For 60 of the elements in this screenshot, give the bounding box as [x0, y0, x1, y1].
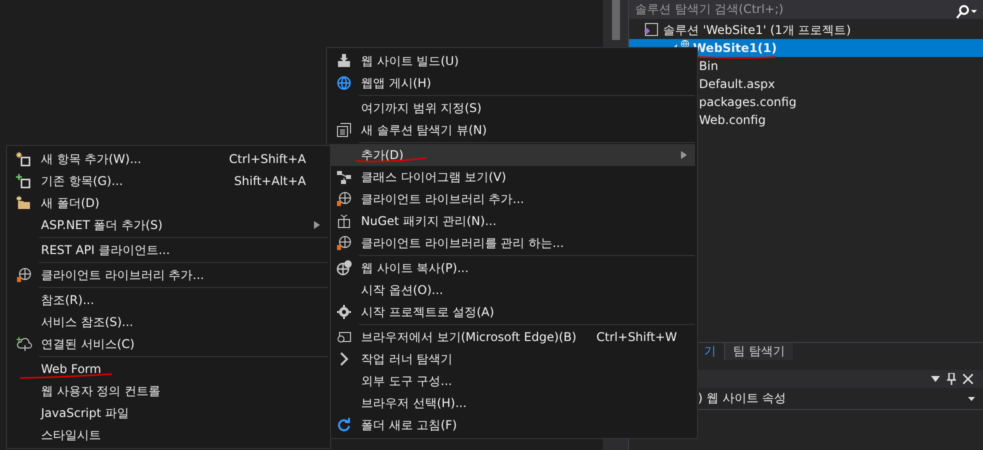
menu-item[interactable]: 폴더 새로 고침(F)	[329, 414, 695, 436]
shortcut-text: Ctrl+Shift+A	[228, 152, 306, 166]
search-field[interactable]: 솔루션 탐색기 검색(Ctrl+;)	[629, 0, 983, 19]
close-icon[interactable]	[963, 374, 973, 384]
globe-icon	[336, 260, 352, 276]
refresh-icon	[336, 417, 352, 433]
menu-item[interactable]: 새 솔루션 탐색기 뷰(N)	[329, 119, 695, 141]
pin-icon[interactable]	[947, 373, 956, 385]
menu-item[interactable]: Web Form	[9, 358, 328, 380]
new-item-icon	[16, 151, 32, 167]
menu-item[interactable]: 클래스 다이어그램 보기(V)	[329, 166, 695, 188]
gift-icon	[336, 213, 352, 229]
menu-item[interactable]: 연결된 서비스(C)	[9, 333, 328, 355]
menu-item[interactable]: 여기까지 범위 지정(S)	[329, 97, 695, 119]
library-globe-icon	[336, 191, 352, 207]
menu-item[interactable]: 서비스 참조(S)...	[9, 311, 328, 333]
menu-item[interactable]: 시작 프로젝트로 설정(A)	[329, 301, 695, 323]
search-icon	[955, 5, 977, 19]
globe-icon	[681, 40, 689, 48]
library-globe-icon	[16, 267, 32, 283]
menu-item[interactable]: 클라이언트 라이브러리 추가...	[329, 188, 695, 210]
menu-item[interactable]: 시작 옵션(O)...	[329, 279, 695, 301]
menu-item[interactable]: 새 폴더(D)	[9, 192, 328, 214]
menu-item[interactable]: 작업 러너 탐색기	[329, 348, 695, 370]
solution-icon	[643, 22, 659, 38]
new-folder-icon	[16, 195, 32, 211]
menu-item[interactable]: 새 항목 추가(W)... Ctrl+Shift+A	[9, 148, 328, 170]
menu-item[interactable]: 웹앱 게시(H)	[329, 72, 695, 94]
library-globe-icon	[336, 235, 352, 251]
menu-item[interactable]: 브라우저에서 보기(Microsoft Edge)(B) Ctrl+Shift+W	[329, 326, 695, 348]
menu-item[interactable]: 참조(R)...	[9, 289, 328, 311]
diagram-icon	[336, 169, 352, 185]
menu-item[interactable]: 웹 사이트 복사(P)...	[329, 257, 695, 279]
tree-item[interactable]: 솔루션 'WebSite1' (1개 프로젝트)	[629, 21, 983, 39]
browser-icon	[336, 329, 352, 345]
menu-item[interactable]: NuGet 패키지 관리(N)...	[329, 210, 695, 232]
menu-item[interactable]: ASP.NET 폴더 추가(S)	[9, 214, 328, 236]
build-icon	[336, 53, 352, 69]
menu-item[interactable]: 외부 도구 구성...	[329, 370, 695, 392]
menu-item[interactable]: 클라이언트 라이브러리 추가...	[9, 264, 328, 286]
menu-item[interactable]: 클라이언트 라이브러리를 관리 하는...	[329, 232, 695, 254]
menu-item[interactable]: 기존 항목(G)... Shift+Alt+A	[9, 170, 328, 192]
window-list-icon	[336, 122, 352, 138]
menu-item[interactable]: JavaScript 파일	[9, 402, 328, 424]
scrollbar-thumb[interactable]	[612, 0, 620, 40]
menu-item[interactable]: 추가(D)	[329, 144, 695, 166]
panel-tab[interactable]: 팀 탐색기	[724, 343, 793, 360]
dropdown-icon	[931, 376, 940, 382]
gear-icon	[336, 304, 352, 320]
menu-item[interactable]: REST API 클라이언트...	[9, 239, 328, 261]
shortcut-text: Shift+Alt+A	[233, 174, 306, 188]
menu-item[interactable]: 웹 사용자 정의 컨트롤	[9, 380, 328, 402]
menu-item[interactable]: 스타일시트	[9, 424, 328, 446]
menu-item[interactable]: 브라우저 선택(H)...	[329, 392, 695, 414]
connected-service-icon	[16, 336, 32, 352]
properties-title: ) 웹 사이트 속성	[698, 390, 786, 407]
dropdown-icon[interactable]	[968, 396, 975, 400]
globe-icon	[336, 75, 352, 91]
shortcut-text: Ctrl+Shift+W	[595, 330, 678, 344]
add-item-icon	[16, 173, 32, 189]
